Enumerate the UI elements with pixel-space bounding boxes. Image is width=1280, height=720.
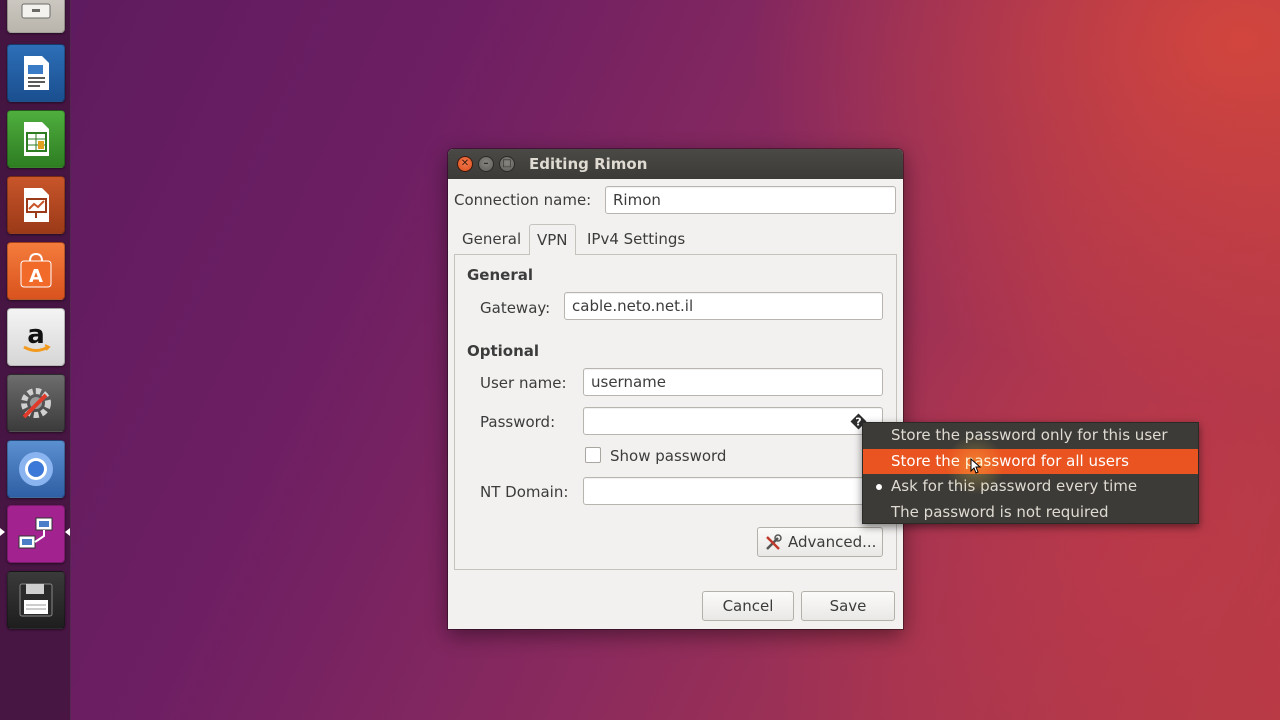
mouse-pointer-icon — [970, 458, 982, 474]
connection-name-label: Connection name: — [454, 191, 592, 209]
svg-text:?: ? — [855, 416, 861, 429]
menu-item-store-all-users[interactable]: Store the password for all users — [863, 449, 1198, 474]
calc-icon — [24, 122, 49, 156]
launcher-files[interactable] — [7, 0, 65, 33]
menu-item-not-required[interactable]: The password is not required — [863, 500, 1198, 525]
impress-icon — [24, 188, 49, 222]
close-icon: ✕ — [460, 158, 470, 169]
maximize-button[interactable]: □ — [499, 156, 515, 172]
optional-section-heading: Optional — [467, 342, 540, 360]
floppy-icon — [19, 583, 53, 617]
launcher-system-settings[interactable] — [7, 374, 65, 432]
files-icon — [21, 3, 51, 19]
close-button[interactable]: ✕ — [457, 156, 473, 172]
amazon-glyph: a — [27, 320, 45, 350]
launcher-network-connections[interactable] — [7, 505, 65, 563]
cancel-button[interactable]: Cancel — [702, 591, 794, 621]
save-button[interactable]: Save — [801, 591, 895, 621]
minimize-icon: – — [483, 158, 489, 169]
tools-icon — [766, 534, 782, 550]
gear-icon — [21, 388, 51, 419]
menu-item-store-this-user[interactable]: Store the password only for this user — [863, 423, 1198, 448]
tab-vpn[interactable]: VPN — [529, 224, 576, 255]
window-titlebar[interactable]: ✕ – □ Editing Rimon — [448, 149, 903, 179]
editing-connection-dialog: ✕ – □ Editing Rimon Connection name: Rim… — [448, 149, 903, 629]
gateway-label: Gateway: — [480, 299, 551, 317]
password-label: Password: — [480, 413, 556, 431]
nt-domain-label: NT Domain: — [480, 483, 569, 501]
chromium-icon — [19, 452, 53, 486]
advanced-button[interactable]: Advanced... — [757, 527, 883, 557]
menu-item-ask-every-time[interactable]: Ask for this password every time — [863, 474, 1198, 499]
menu-item-ask-every-time-label: Ask for this password every time — [891, 477, 1138, 495]
show-password-checkbox[interactable] — [585, 447, 601, 463]
password-storage-menu: Store the password only for this user St… — [862, 422, 1199, 524]
show-password-label[interactable]: Show password — [610, 447, 726, 465]
username-input[interactable]: username — [583, 368, 883, 396]
launcher-impress[interactable] — [7, 176, 65, 234]
gateway-input[interactable]: cable.neto.net.il — [564, 292, 883, 320]
launcher-save[interactable] — [7, 571, 65, 629]
launcher-calc[interactable] — [7, 110, 65, 168]
software-center-icon: A — [20, 252, 52, 288]
window-title: Editing Rimon — [529, 155, 648, 173]
launcher-ubuntu-software[interactable]: A — [7, 242, 65, 300]
running-indicator-icon — [0, 528, 5, 536]
launcher-chromium[interactable] — [7, 440, 65, 498]
svg-text:A: A — [29, 266, 43, 287]
network-icon — [18, 517, 53, 549]
unity-launcher: A a — [0, 0, 71, 720]
writer-icon — [24, 56, 49, 90]
username-label: User name: — [480, 374, 567, 392]
nt-domain-input[interactable] — [583, 477, 883, 505]
tab-general[interactable]: General — [455, 224, 528, 255]
launcher-writer[interactable] — [7, 44, 65, 102]
focused-indicator-icon — [65, 528, 70, 536]
connection-name-input[interactable]: Rimon — [605, 186, 896, 214]
tab-ipv4-settings[interactable]: IPv4 Settings — [580, 224, 692, 255]
launcher-amazon[interactable]: a — [7, 308, 65, 366]
maximize-icon: □ — [502, 158, 512, 169]
selected-radio-bullet-icon — [876, 484, 882, 490]
minimize-button[interactable]: – — [478, 156, 494, 172]
general-section-heading: General — [467, 266, 533, 284]
amazon-icon: a — [23, 320, 51, 352]
password-input[interactable] — [583, 407, 883, 435]
advanced-button-label: Advanced... — [788, 533, 877, 551]
